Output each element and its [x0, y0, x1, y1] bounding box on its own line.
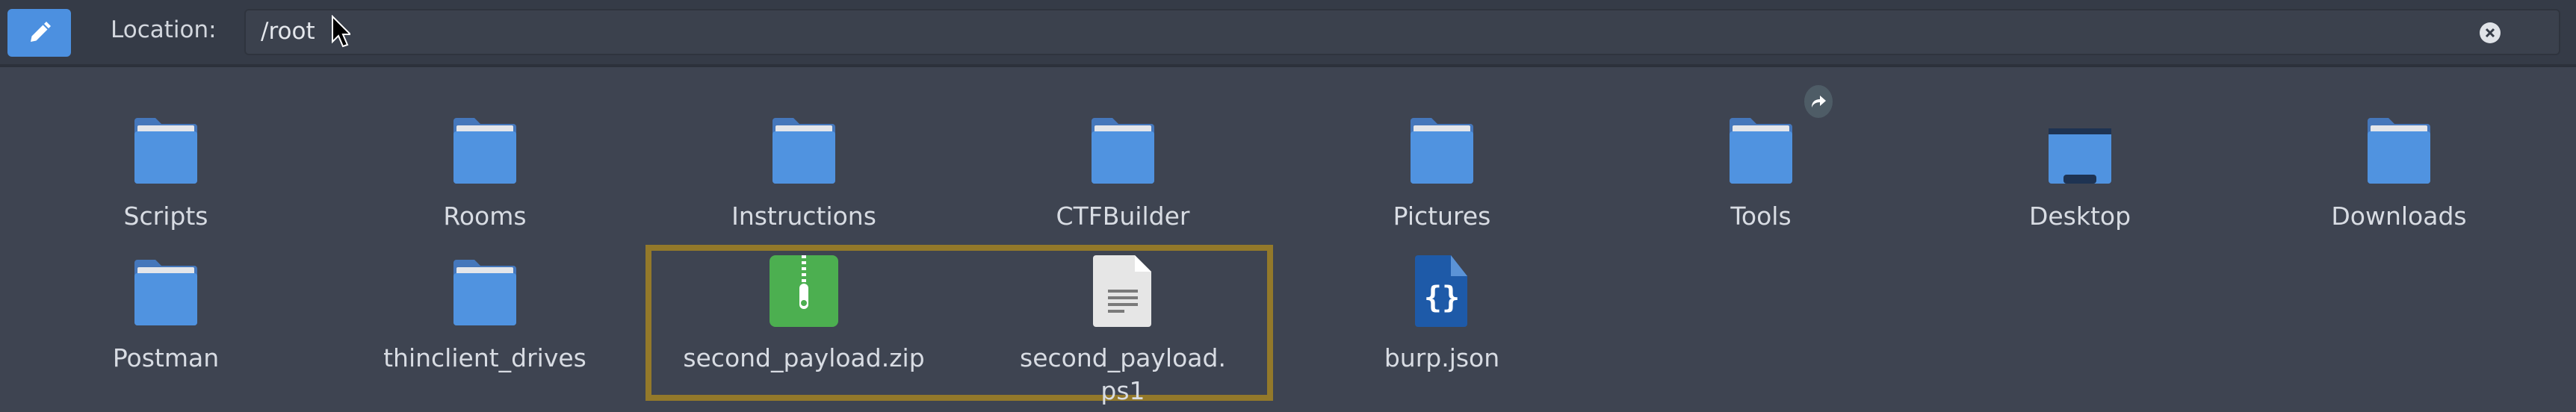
- folder-icon: [1730, 118, 1792, 184]
- edit-location-button[interactable]: [7, 9, 71, 57]
- file-name-label: thinclient_drives: [383, 343, 586, 372]
- folder-icon: [134, 260, 197, 325]
- file-name-line-1: second_payload.: [1020, 343, 1226, 372]
- file-name-label: Tools: [1730, 202, 1792, 231]
- symlink-badge-icon: [1804, 85, 1833, 118]
- mouse-cursor-icon: [332, 15, 350, 48]
- zip-archive-icon: [770, 255, 838, 327]
- location-toolbar: Location: /root: [0, 0, 2576, 67]
- location-value: /root: [261, 18, 315, 45]
- folder-icon: [453, 260, 516, 325]
- folder-icon: [1411, 118, 1473, 184]
- file-name-label: Desktop: [2028, 202, 2131, 231]
- pencil-icon: [30, 22, 51, 42]
- folder-icon: [134, 118, 197, 184]
- file-name-label: burp.json: [1384, 343, 1500, 372]
- folder-icon: [1092, 118, 1154, 184]
- json-file-icon: {}: [1415, 255, 1467, 327]
- desktop-folder-icon: [2049, 128, 2111, 184]
- file-name-label: Scripts: [123, 202, 208, 231]
- file-name-label: Rooms: [443, 202, 527, 231]
- file-name-line-2: ps1: [1100, 376, 1145, 405]
- text-file-icon: [1093, 255, 1151, 327]
- file-name-label: Instructions: [731, 202, 876, 231]
- folder-icon: [773, 118, 835, 184]
- file-name-label: Downloads: [2331, 202, 2467, 231]
- file-name-label: second_payload. ps1: [963, 342, 1283, 408]
- file-name-label: CTFBuilder: [1056, 202, 1190, 231]
- location-label: Location:: [111, 16, 217, 43]
- folder-icon: [2368, 118, 2430, 184]
- file-name-label: second_payload.zip: [683, 343, 925, 372]
- file-name-label: Postman: [112, 343, 220, 372]
- file-name-label: Pictures: [1393, 202, 1491, 231]
- folder-icon: [453, 118, 516, 184]
- location-input[interactable]: /root: [244, 9, 2560, 55]
- clear-icon[interactable]: [2480, 22, 2501, 43]
- svg-text:{}: {}: [1424, 281, 1460, 315]
